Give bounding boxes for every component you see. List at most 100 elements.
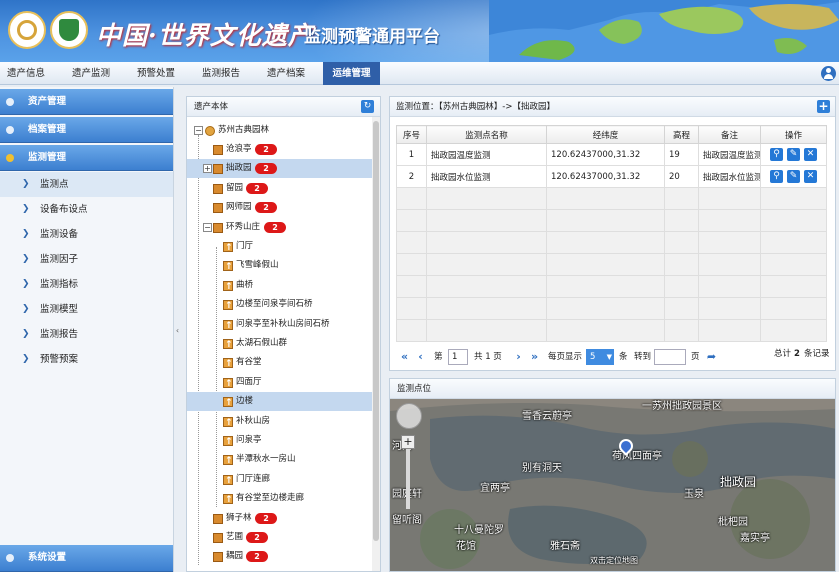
tree-node-garden[interactable]: 艺圃 2 bbox=[187, 528, 373, 547]
satellite-map[interactable]: 一苏州拙政园景区 雪香云蔚亭 别有洞天 荷风四面亭 拙政园 宜两亭 玉泉 留听阁… bbox=[390, 399, 835, 571]
goto-page-input[interactable] bbox=[654, 349, 686, 365]
garden-folder-icon bbox=[213, 513, 223, 524]
zoom-in-icon[interactable]: + bbox=[401, 435, 415, 449]
nav-ops-management[interactable]: 运维管理 bbox=[323, 62, 380, 85]
sidebar-group-assets[interactable]: 资产管理 bbox=[0, 89, 173, 115]
building-icon bbox=[223, 375, 233, 394]
edit-icon[interactable]: ✎ bbox=[787, 148, 800, 161]
goto-arrow-icon[interactable]: ➦ bbox=[705, 350, 718, 363]
chevron-right-icon: ❯ bbox=[22, 304, 30, 314]
user-icon[interactable] bbox=[821, 66, 836, 81]
column-header[interactable]: 序号 bbox=[396, 125, 427, 144]
nav-warning-handling[interactable]: 预警处置 bbox=[137, 62, 181, 85]
tree-node-garden[interactable]: + 拙政园 2 bbox=[187, 159, 373, 179]
sidebar-item-factors[interactable]: ❯ 监测因子 bbox=[0, 247, 173, 272]
monitoring-point-table: 序号 监测点名称 经纬度 高程 备注 操作 1 拙政园温度监测 120.6243… bbox=[396, 125, 827, 342]
delete-icon[interactable]: ✕ bbox=[804, 148, 817, 161]
tree-node-element[interactable]: 补秋山房 bbox=[187, 412, 373, 433]
tree-node-label: 太湖石假山群 bbox=[236, 338, 288, 348]
page-input[interactable]: 1 bbox=[448, 349, 468, 365]
header-subtitle: 监测预警通用平台 bbox=[304, 27, 440, 47]
last-page-icon[interactable]: » bbox=[528, 350, 541, 363]
world-heritage-logo bbox=[50, 11, 88, 49]
prev-page-icon[interactable]: ‹ bbox=[414, 350, 427, 363]
nav-heritage-archive[interactable]: 遗产档案 bbox=[267, 62, 311, 85]
column-header[interactable]: 备注 bbox=[698, 125, 761, 144]
garden-folder-icon bbox=[213, 533, 223, 543]
tree-node-element[interactable]: 问泉亭 bbox=[187, 431, 373, 452]
tree-node-element[interactable]: 有谷堂至边楼走廊 bbox=[187, 489, 373, 510]
building-icon bbox=[223, 472, 233, 491]
building-icon bbox=[223, 258, 233, 277]
heritage-root-icon bbox=[205, 126, 215, 136]
sidebar-item-models[interactable]: ❯ 监测模型 bbox=[0, 297, 173, 322]
nav-heritage-monitoring[interactable]: 遗产监测 bbox=[72, 62, 116, 85]
tree-node-garden[interactable]: 耦园 2 bbox=[187, 547, 373, 566]
tree-node-element[interactable]: 边楼 bbox=[187, 392, 373, 413]
column-header[interactable]: 经纬度 bbox=[546, 125, 665, 144]
view-icon[interactable]: ⚲ bbox=[770, 148, 783, 161]
per-page-select[interactable]: 5 bbox=[586, 349, 614, 365]
sidebar-item-warning-plans[interactable]: ❯ 预警预案 bbox=[0, 347, 173, 372]
tree-node-element[interactable]: 半潭秋水一房山 bbox=[187, 450, 373, 471]
first-page-icon[interactable]: « bbox=[398, 350, 411, 363]
tree-node-label: 网师园 bbox=[226, 202, 252, 213]
tree-scrollbar[interactable] bbox=[372, 117, 380, 571]
map-label: 嘉实亭 bbox=[740, 533, 770, 544]
garden-folder-icon bbox=[213, 183, 223, 194]
sidebar-item-devices[interactable]: ❯ 监测设备 bbox=[0, 222, 173, 247]
empty-row bbox=[396, 187, 827, 210]
refresh-icon[interactable]: ↻ bbox=[361, 100, 374, 113]
building-icon bbox=[223, 452, 233, 471]
nav-heritage-info[interactable]: 遗产信息 bbox=[7, 62, 51, 85]
goto-label: 转到 bbox=[634, 352, 652, 362]
tree-node-garden[interactable]: 网师园 2 bbox=[187, 198, 373, 217]
tree-node-element[interactable]: 四面厅 bbox=[187, 373, 373, 394]
zoom-slider[interactable] bbox=[406, 449, 410, 509]
sidebar-group-archive[interactable]: 档案管理 bbox=[0, 117, 173, 143]
tree-node-element[interactable]: 门厅 bbox=[187, 237, 373, 258]
sidebar-collapse-handle[interactable]: ‹ bbox=[174, 322, 181, 340]
column-header[interactable]: 监测点名称 bbox=[426, 125, 547, 144]
tree-node-element[interactable]: 门厅连廊 bbox=[187, 470, 373, 491]
next-page-icon[interactable]: › bbox=[512, 350, 525, 363]
nav-monitoring-report[interactable]: 监测报告 bbox=[202, 62, 246, 85]
tree-node-label: 四面厅 bbox=[236, 376, 262, 387]
group-dot-icon bbox=[6, 126, 14, 134]
edit-icon[interactable]: ✎ bbox=[787, 170, 800, 183]
empty-row bbox=[396, 275, 827, 298]
sidebar-group-monitoring[interactable]: 监测管理 bbox=[0, 145, 173, 171]
sidebar-item-reports[interactable]: ❯ 监测报告 bbox=[0, 322, 173, 347]
tree-node-element[interactable]: 有谷堂 bbox=[187, 353, 373, 374]
sidebar-item-indicators[interactable]: ❯ 监测指标 bbox=[0, 272, 173, 297]
collapse-toggle-icon[interactable]: − bbox=[203, 222, 212, 232]
sidebar-item-monitoring-point[interactable]: ❯ 监测点 bbox=[0, 172, 173, 197]
tree-node-element[interactable]: 太湖石假山群 bbox=[187, 334, 373, 355]
add-icon[interactable]: + bbox=[817, 100, 830, 113]
column-header[interactable]: 高程 bbox=[664, 125, 699, 144]
sidebar-group-system[interactable]: 系统设置 bbox=[0, 545, 173, 572]
expand-toggle-icon[interactable]: + bbox=[203, 164, 212, 174]
building-icon bbox=[223, 394, 233, 413]
tree-node-element[interactable]: 问泉亭至补秋山房间石桥 bbox=[187, 315, 373, 336]
garden-folder-icon bbox=[213, 552, 223, 563]
delete-icon[interactable]: ✕ bbox=[804, 170, 817, 183]
sidebar-item-device-layout[interactable]: ❯ 设备布设点 bbox=[0, 197, 173, 222]
tree-node-garden[interactable]: − 环秀山庄 2 bbox=[187, 218, 373, 237]
tree-node-garden[interactable]: 沧浪亭 2 bbox=[187, 140, 373, 159]
tree-node-element[interactable]: 曲桥 bbox=[187, 276, 373, 297]
collapse-toggle-icon[interactable]: − bbox=[194, 126, 203, 135]
tree-node-element[interactable]: 飞雪峰假山 bbox=[187, 256, 373, 277]
tree-node-garden[interactable]: 留园 2 bbox=[187, 179, 373, 198]
table-row[interactable]: 2 拙政园水位监测 120.62437000,31.32 20 拙政园水位监测 … bbox=[396, 165, 827, 188]
building-icon bbox=[223, 414, 233, 433]
tree-node-garden[interactable]: 狮子林 2 bbox=[187, 509, 373, 528]
tree-node-root[interactable]: − 苏州古典园林 bbox=[187, 121, 373, 140]
map-pan-control-icon[interactable] bbox=[396, 403, 422, 429]
tree-node-label: 有谷堂至边楼走廊 bbox=[236, 493, 305, 504]
tree-node-element[interactable]: 边楼至问泉亭间石桥 bbox=[187, 295, 373, 316]
table-row[interactable]: 1 拙政园温度监测 120.62437000,31.32 19 拙政园温度监测 … bbox=[396, 143, 827, 166]
map-panel: 监测点位 一苏州拙政园景区 雪香云蔚亭 别有洞天 荷风四面亭 拙政园 宜两亭 玉… bbox=[389, 378, 836, 572]
view-icon[interactable]: ⚲ bbox=[770, 170, 783, 183]
alert-count-badge: 2 bbox=[246, 551, 268, 563]
